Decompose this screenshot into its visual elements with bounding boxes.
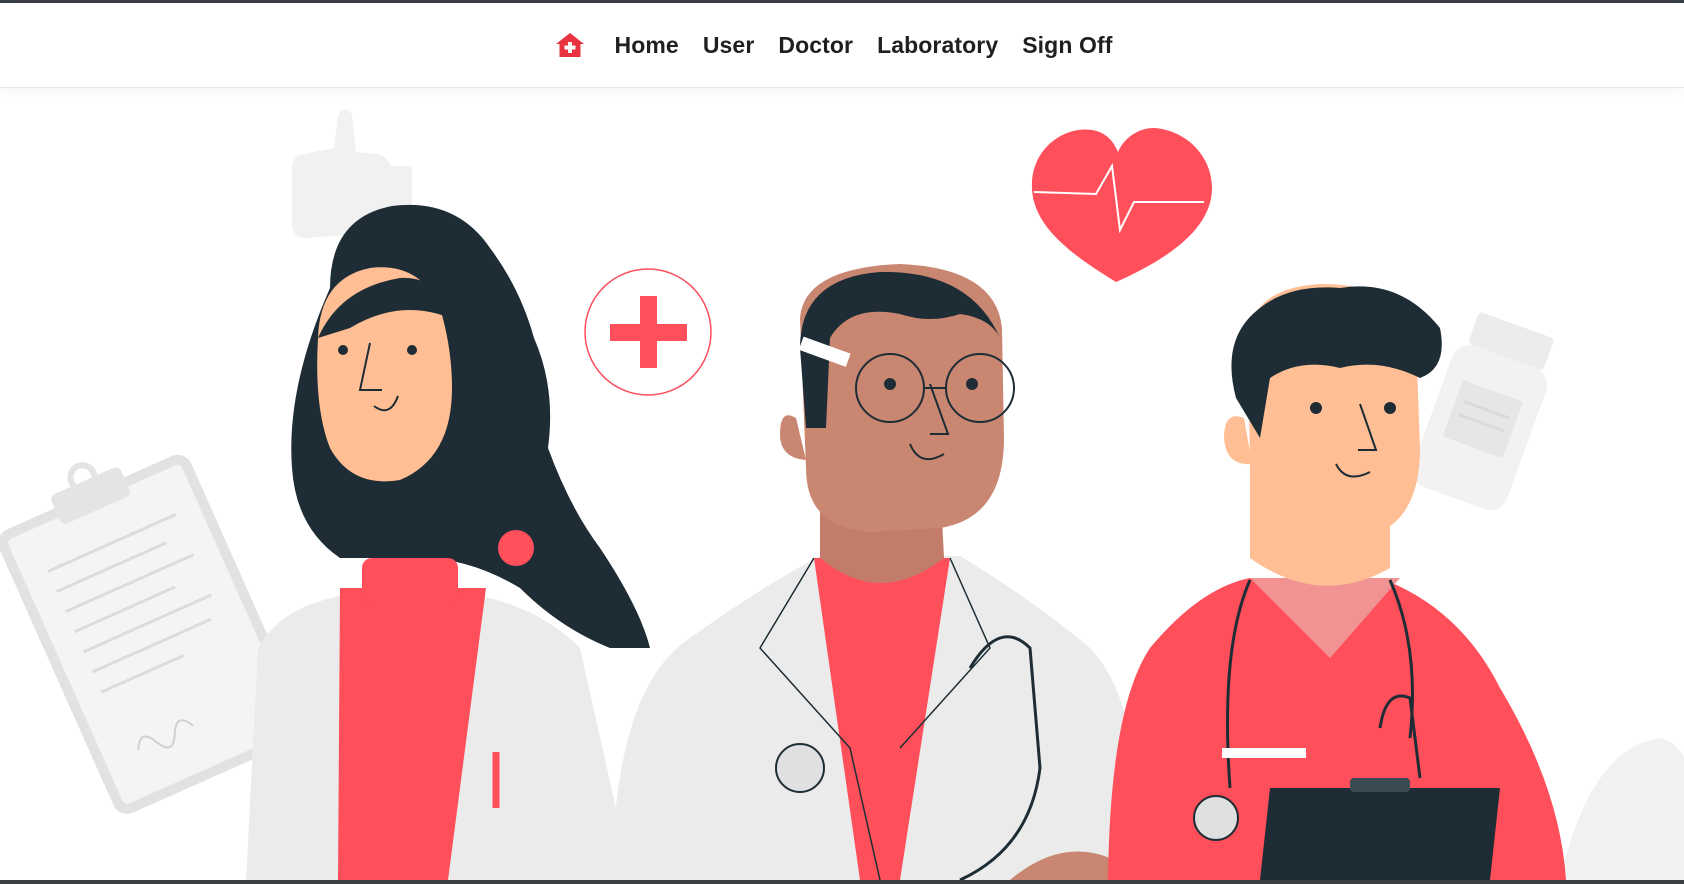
hero-illustration <box>0 88 1684 880</box>
hospital-home-icon[interactable] <box>555 31 585 59</box>
heart-pulse-icon <box>1031 128 1212 282</box>
nav-link-sign-off[interactable]: Sign Off <box>1022 32 1112 59</box>
nav-link-laboratory[interactable]: Laboratory <box>877 32 998 59</box>
nav-link-user[interactable]: User <box>703 32 755 59</box>
female-doctor-figure <box>246 204 650 880</box>
nav-menu: Home User Doctor Laboratory Sign Off <box>555 31 1125 59</box>
medical-cross-icon <box>584 268 712 396</box>
nav-link-doctor[interactable]: Doctor <box>778 32 853 59</box>
top-navbar: Home User Doctor Laboratory Sign Off <box>0 3 1684 88</box>
nav-link-home[interactable]: Home <box>615 32 679 59</box>
decor-leaf <box>1560 738 1684 880</box>
window-bottom-border <box>0 880 1684 884</box>
